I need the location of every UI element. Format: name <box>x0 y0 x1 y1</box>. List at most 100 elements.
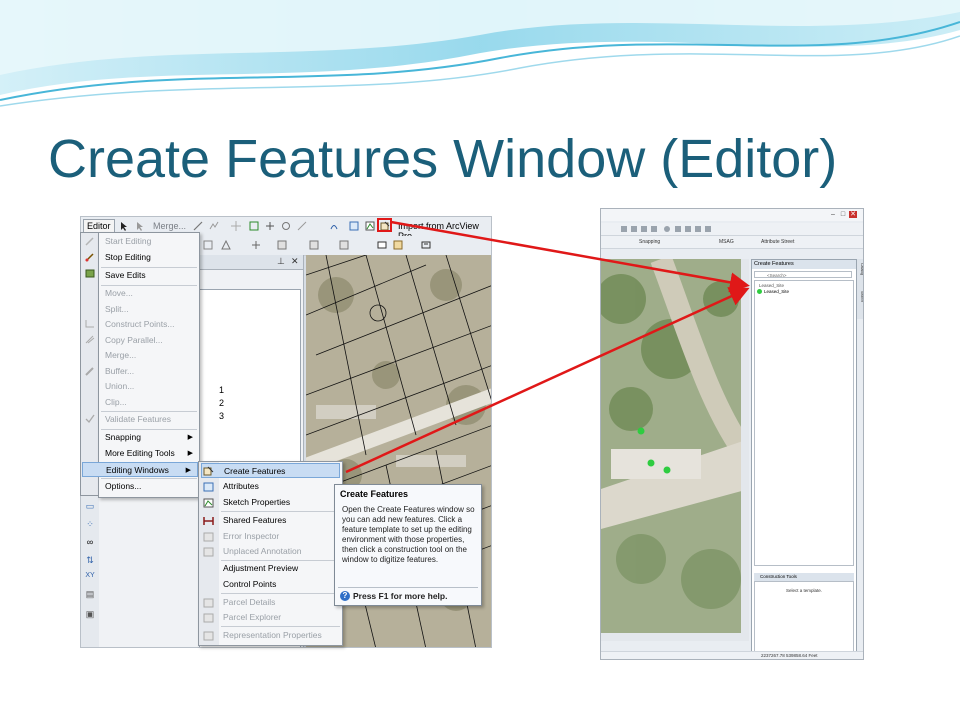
binoculars-icon[interactable]: ∞ <box>84 537 96 547</box>
toc-layer-number: 2 <box>219 398 225 408</box>
help-icon: ? <box>340 591 350 601</box>
construction-tools-hint: Select a template. <box>785 588 823 593</box>
submenu-control-points[interactable]: Control Points <box>219 577 342 592</box>
menu-clip[interactable]: Clip... <box>99 395 199 410</box>
menu-copy-parallel[interactable]: Copy Parallel... <box>99 333 199 348</box>
window-icon[interactable]: ▣ <box>84 609 96 619</box>
submenu-adjustment-preview[interactable]: Adjustment Preview <box>219 561 342 576</box>
toolbar-icons-row[interactable] <box>621 225 721 233</box>
comment-icon[interactable]: ▭ <box>84 501 96 511</box>
submenu-arrow-icon: ▶ <box>185 467 191 474</box>
menu-union[interactable]: Union... <box>99 379 199 394</box>
rotate-icon[interactable] <box>281 221 291 231</box>
submenu-representation-properties[interactable]: Representation Properties <box>219 628 342 643</box>
attributes-window-icon[interactable] <box>349 221 359 231</box>
sketch-properties-icon[interactable] <box>365 221 375 231</box>
menu-save-edits[interactable]: Save Edits <box>99 268 199 283</box>
toolbar-icon-9[interactable] <box>421 240 431 250</box>
maximize-icon[interactable]: □ <box>839 211 847 218</box>
toolbar-icon-4[interactable] <box>277 240 287 250</box>
status-bar: 2237267.78 539858.64 Feet <box>601 651 863 659</box>
create-features-button-highlight <box>377 218 392 232</box>
edit-tool-icon[interactable] <box>119 221 129 231</box>
minimize-icon[interactable]: – <box>829 211 837 218</box>
stop-editing-icon <box>85 253 94 262</box>
submenu-parcel-details[interactable]: Parcel Details <box>219 595 342 610</box>
menu-options[interactable]: Options... <box>99 479 199 494</box>
window-titlebar: – □ ✕ <box>601 209 863 221</box>
submenu-unplaced-annotation[interactable]: Unplaced Annotation <box>219 544 342 559</box>
create-features-icon <box>203 466 214 476</box>
menu-split[interactable]: Split... <box>99 302 199 317</box>
cut-polygon-icon[interactable] <box>297 221 307 231</box>
menu-editing-windows[interactable]: Editing Windows ▶ <box>82 462 198 477</box>
aerial-map-graphic <box>601 259 749 633</box>
template-item-label: Leased_Site <box>764 289 790 294</box>
route-icon[interactable]: ⇅ <box>84 555 96 565</box>
submenu-arrow-icon: ▶ <box>187 450 193 457</box>
topology-icon[interactable] <box>249 221 259 231</box>
toolbar-attribute-street[interactable]: Attribute Street <box>761 239 794 245</box>
submenu-arrow-icon: ▶ <box>187 434 193 441</box>
submenu-shared-features[interactable]: Shared Features <box>219 513 342 528</box>
tab-catalog[interactable]: Catalog <box>858 263 863 275</box>
close-icon[interactable]: ✕ <box>849 211 857 218</box>
toolbar-icon-5[interactable] <box>309 240 319 250</box>
submenu-sketch-properties[interactable]: Sketch Properties <box>219 495 342 510</box>
map-vertical-scrollbar[interactable] <box>741 259 749 633</box>
tab-search[interactable]: Search <box>858 291 863 302</box>
right-toolbar-1 <box>601 223 863 236</box>
template-item[interactable]: Leased_Site <box>757 289 789 294</box>
menu-more-editing-tools[interactable]: More Editing Tools ▶ <box>99 446 199 461</box>
status-coordinates: 2237267.78 539858.64 Feet <box>761 653 818 658</box>
menu-move[interactable]: Move... <box>99 286 199 301</box>
pin-icon[interactable]: ⊥ <box>277 256 285 267</box>
people-icon[interactable]: ⁘ <box>84 519 96 529</box>
map-horizontal-scrollbar[interactable] <box>601 633 749 641</box>
menu-construct-points[interactable]: Construct Points... <box>99 317 199 332</box>
toolbar-icon-3[interactable] <box>251 240 261 250</box>
intersection-icon[interactable] <box>231 221 241 231</box>
toolbar-merge[interactable]: Merge... <box>153 221 186 231</box>
toc-layer-number: 3 <box>219 411 225 421</box>
reshape-icon[interactable] <box>329 221 339 231</box>
menu-separator <box>221 593 340 594</box>
unplaced-annotation-icon <box>203 547 214 557</box>
toolbar-icon-7[interactable] <box>377 240 387 250</box>
submenu-error-inspector[interactable]: Error Inspector <box>219 529 342 544</box>
start-editing-icon <box>85 237 94 246</box>
toolbar-icon-1[interactable] <box>203 240 213 250</box>
shared-features-icon <box>203 517 214 525</box>
edit-annotation-icon[interactable] <box>135 221 145 231</box>
toolbar-icon-6[interactable] <box>339 240 349 250</box>
copy-parallel-icon <box>85 335 95 344</box>
parcel-explorer-icon <box>203 613 214 623</box>
toolbar-snapping[interactable]: Snapping <box>639 239 660 245</box>
editor-menu-button[interactable]: Editor <box>83 219 115 233</box>
split-tool-icon[interactable] <box>265 221 275 231</box>
go-to-xy-icon[interactable]: XY <box>84 571 96 581</box>
vertical-tabs: Catalog Search <box>857 259 863 319</box>
error-inspector-icon <box>203 532 214 542</box>
straight-segment-icon[interactable] <box>193 221 203 231</box>
trace-icon[interactable] <box>209 221 219 231</box>
menu-validate-features[interactable]: Validate Features <box>99 412 199 427</box>
toolbar-icon-2[interactable] <box>221 240 231 250</box>
menu-more-editing-tools-label: More Editing Tools <box>105 448 175 458</box>
toolbar-msag[interactable]: MSAG <box>719 239 734 245</box>
menu-stop-editing[interactable]: Stop Editing <box>99 250 199 265</box>
submenu-create-features[interactable]: Create Features <box>201 463 340 478</box>
menu-merge[interactable]: Merge... <box>99 348 199 363</box>
template-search-input[interactable]: <Search> <box>754 271 852 278</box>
submenu-attributes[interactable]: Attributes <box>219 479 342 494</box>
toolbar-icon-8[interactable] <box>393 240 403 250</box>
page-icon[interactable]: ▤ <box>84 589 96 599</box>
menu-buffer[interactable]: Buffer... <box>99 364 199 379</box>
menu-separator <box>221 626 340 627</box>
submenu-parcel-explorer[interactable]: Parcel Explorer <box>219 610 342 625</box>
toc-layer-number: 1 <box>219 385 225 395</box>
aerial-map[interactable] <box>601 259 749 633</box>
menu-start-editing[interactable]: Start Editing <box>99 234 199 249</box>
menu-snapping[interactable]: Snapping ▶ <box>99 430 199 445</box>
close-icon[interactable]: ✕ <box>291 256 299 267</box>
